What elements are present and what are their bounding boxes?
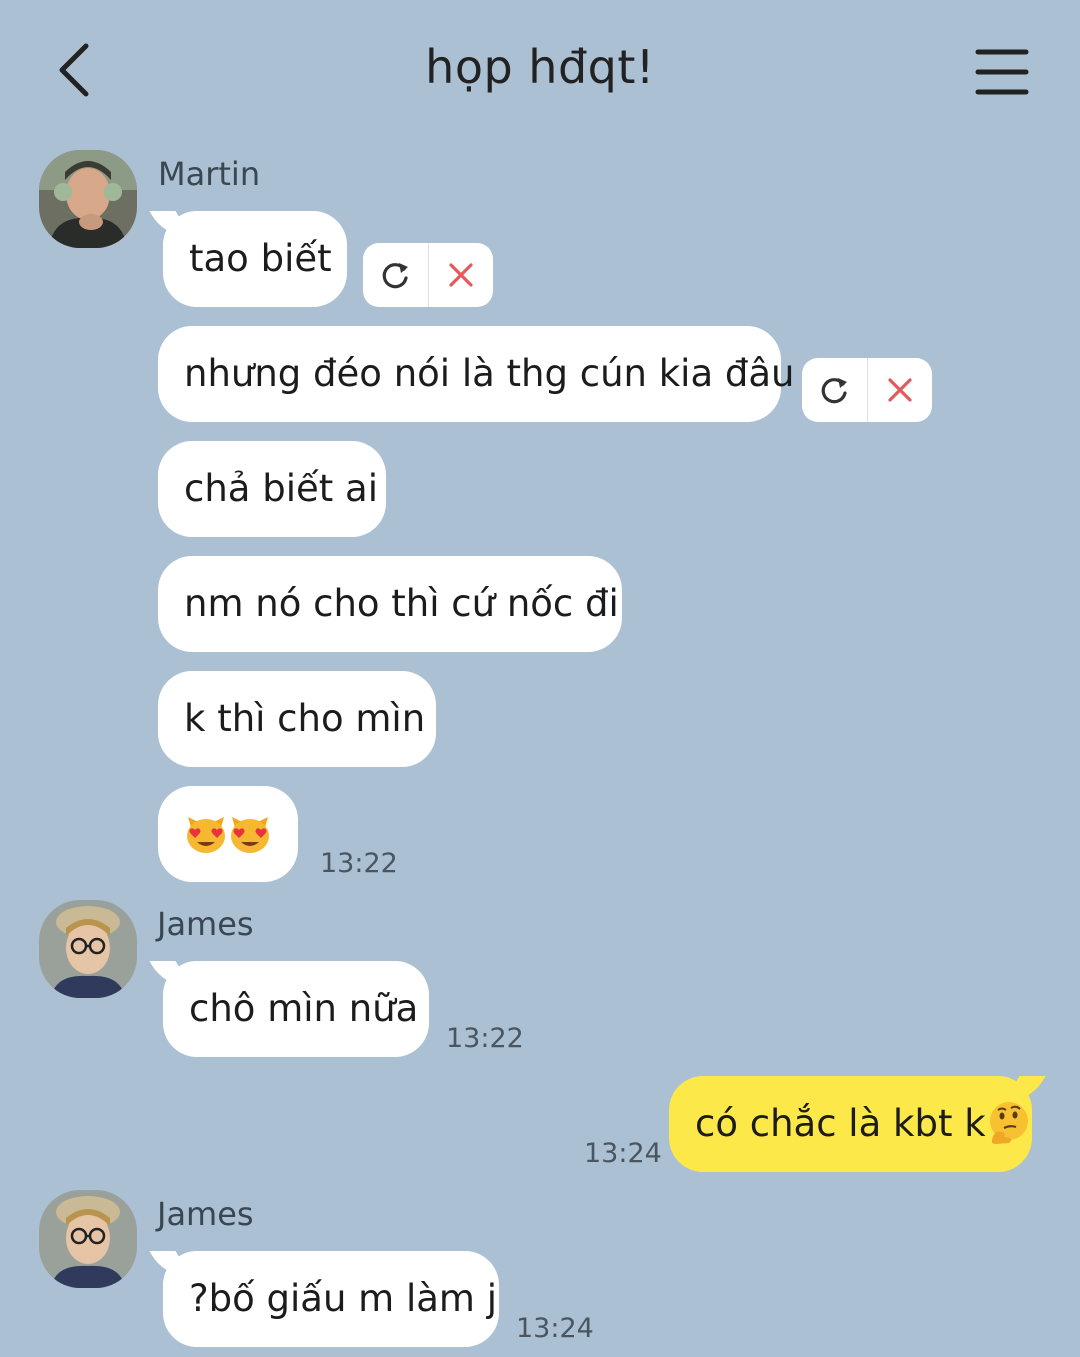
message-time: 13:22 — [446, 1023, 524, 1054]
refresh-icon — [382, 263, 409, 289]
message-bubble[interactable]: ?bố giấu m làm j — [163, 1251, 499, 1347]
avatar-james[interactable] — [39, 1190, 137, 1288]
delete-button[interactable] — [429, 243, 494, 307]
failed-message-actions — [802, 358, 932, 422]
message-text: nhưng đéo nói là thg cún kia đâu — [184, 352, 795, 395]
chat-header: họp hđqt! — [0, 0, 1080, 140]
failed-message-actions — [363, 243, 493, 307]
message-text: chô mìn nữa — [189, 987, 419, 1030]
back-button[interactable] — [48, 36, 108, 106]
menu-button[interactable] — [970, 44, 1034, 100]
my-message-bubble[interactable]: có chắc là kbt k — [669, 1076, 1032, 1172]
sender-name: James — [157, 905, 254, 943]
message-bubble[interactable]: nhưng đéo nói là thg cún kia đâu — [158, 326, 795, 422]
message-time: 13:24 — [584, 1138, 662, 1169]
message-bubble[interactable]: chô mìn nữa — [163, 961, 429, 1057]
message-bubble[interactable] — [158, 786, 298, 882]
message-time: 13:24 — [516, 1313, 594, 1344]
sender-name: Martin — [158, 155, 261, 193]
refresh-icon — [821, 378, 848, 404]
message-bubble[interactable]: chả biết ai — [158, 441, 386, 537]
chat-title: họp hđqt! — [425, 40, 655, 94]
hamburger-menu-icon — [975, 49, 1029, 95]
message-text: có chắc là kbt k — [695, 1102, 986, 1145]
message-time: 13:22 — [320, 848, 398, 879]
thinking-face-emoji — [989, 1101, 1028, 1144]
avatar-martin[interactable] — [39, 150, 137, 248]
heart-eyes-cat-emoji — [187, 816, 225, 853]
message-text: nm nó cho thì cứ nốc đi — [184, 582, 619, 625]
sender-name: James — [157, 1195, 254, 1233]
chevron-left-icon — [59, 43, 89, 97]
message-bubble[interactable]: nm nó cho thì cứ nốc đi — [158, 556, 622, 652]
heart-eyes-cat-emoji — [231, 816, 269, 853]
message-text: ?bố giấu m làm j — [189, 1277, 498, 1320]
close-icon — [449, 263, 473, 287]
message-text: chả biết ai — [184, 467, 378, 510]
delete-button[interactable] — [868, 358, 933, 422]
avatar-photo — [39, 1190, 137, 1288]
message-bubble[interactable]: k thì cho mìn — [158, 671, 436, 767]
avatar-james[interactable] — [39, 900, 137, 998]
avatar-photo — [39, 900, 137, 998]
message-bubble[interactable]: tao biết — [163, 211, 347, 307]
close-icon — [888, 378, 912, 402]
resend-button[interactable] — [802, 358, 867, 422]
avatar-photo — [39, 150, 137, 248]
message-text: tao biết — [189, 237, 332, 280]
message-text: k thì cho mìn — [184, 697, 426, 740]
resend-button[interactable] — [363, 243, 428, 307]
